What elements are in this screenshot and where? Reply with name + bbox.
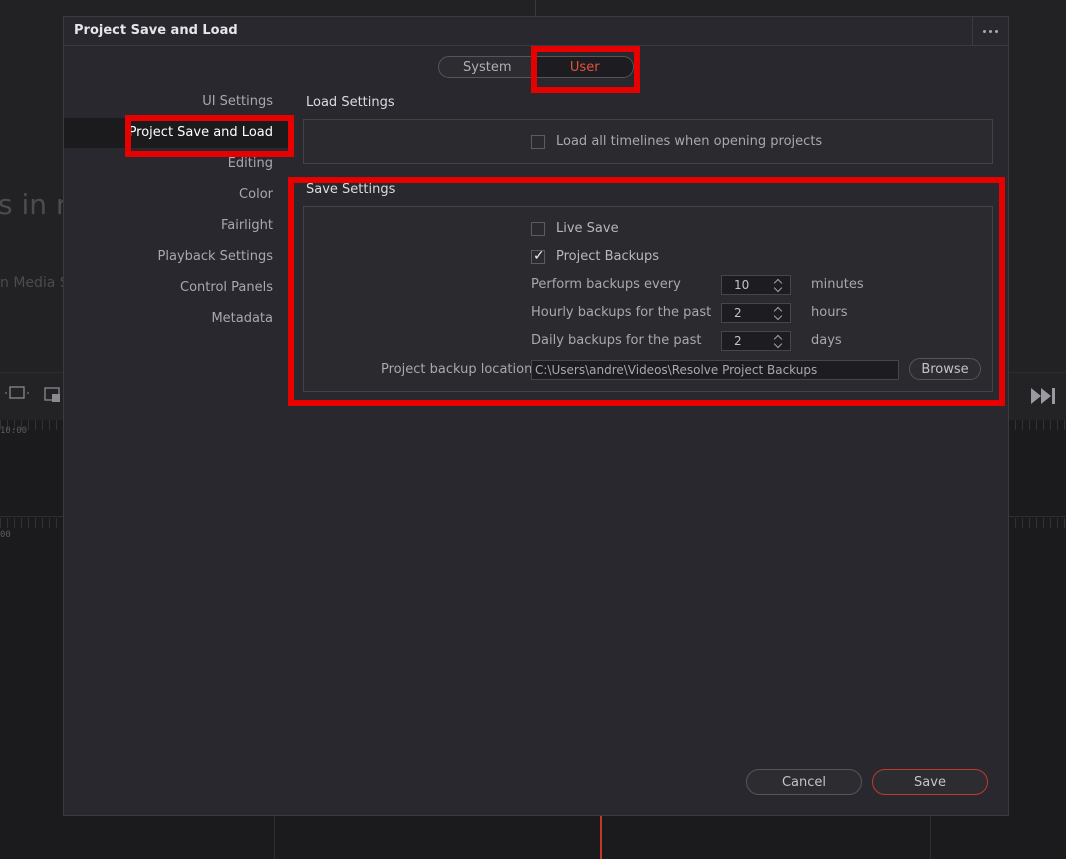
browse-button[interactable]: Browse [909, 358, 981, 380]
timecode-label-2: 00 [0, 530, 11, 540]
tab-user[interactable]: User [535, 57, 633, 77]
perform-backups-label: Perform backups every [531, 277, 681, 292]
daily-backups-label: Daily backups for the past [531, 333, 702, 348]
dot [989, 30, 992, 33]
load-settings-panel: Load all timelines when opening projects [303, 119, 993, 164]
load-all-timelines-label: Load all timelines when opening projects [556, 134, 823, 149]
hourly-backups-label: Hourly backups for the past [531, 305, 712, 320]
tab-system[interactable]: System [439, 57, 536, 77]
dialog-title: Project Save and Load [74, 23, 238, 38]
timeline-divider-2 [930, 816, 931, 859]
hourly-backups-stepper[interactable]: 2 [721, 303, 791, 323]
load-settings-title: Load Settings [306, 95, 395, 110]
sidebar-item-control-panels[interactable]: Control Panels [180, 280, 273, 295]
timecode-label: 10:00 [0, 426, 28, 436]
daily-backups-stepper[interactable]: 2 [721, 331, 791, 351]
live-save-label: Live Save [556, 221, 619, 236]
sidebar-item-ui-settings[interactable]: UI Settings [202, 94, 273, 109]
stepper-arrows-icon[interactable] [773, 333, 783, 349]
cancel-button[interactable]: Cancel [746, 769, 862, 795]
live-save-checkbox[interactable] [531, 222, 545, 236]
save-settings-panel: Live Save Project Backups Perform backup… [303, 206, 993, 392]
dialog-titlebar: Project Save and Load [64, 17, 1008, 46]
backup-location-label: Project backup location [381, 362, 533, 377]
sidebar-item-project-save-and-load[interactable]: Project Save and Load [129, 125, 273, 140]
perform-backups-value: 10 [734, 278, 750, 292]
daily-backups-unit: days [811, 333, 842, 348]
sidebar-item-playback-settings[interactable]: Playback Settings [158, 249, 273, 264]
save-settings-title: Save Settings [306, 182, 396, 197]
viewer-subtext: n Media S [0, 275, 69, 291]
load-all-timelines-checkbox[interactable] [531, 135, 545, 149]
dot [995, 30, 998, 33]
settings-scope-toggle: System User [438, 56, 634, 78]
sidebar-item-fairlight[interactable]: Fairlight [221, 218, 273, 233]
stepper-arrows-icon[interactable] [773, 305, 783, 321]
perform-backups-stepper[interactable]: 10 [721, 275, 791, 295]
project-backups-label: Project Backups [556, 249, 660, 264]
perform-backups-unit: minutes [811, 277, 864, 292]
backup-location-field[interactable]: C:\Users\andre\Videos\Resolve Project Ba… [531, 360, 899, 380]
daily-backups-value: 2 [734, 334, 742, 348]
more-options-button[interactable] [972, 17, 1008, 46]
sidebar-item-metadata[interactable]: Metadata [211, 311, 273, 326]
timeline-divider [274, 816, 275, 859]
save-button[interactable]: Save [872, 769, 988, 795]
more-horizontal-icon [983, 30, 986, 33]
stepper-arrows-icon[interactable] [773, 277, 783, 293]
project-save-load-dialog: Project Save and Load System User UI Set… [63, 16, 1009, 816]
viewer-divider [535, 0, 536, 16]
picture-in-picture-icon[interactable] [44, 385, 64, 410]
sidebar-item-editing[interactable]: Editing [228, 156, 273, 171]
project-backups-checkbox[interactable] [531, 248, 545, 264]
hourly-backups-value: 2 [734, 306, 742, 320]
skip-to-end-icon[interactable] [1030, 387, 1058, 410]
hourly-backups-unit: hours [811, 305, 848, 320]
monitor-icon[interactable] [4, 383, 30, 408]
sidebar-item-color[interactable]: Color [239, 187, 273, 202]
playhead[interactable] [600, 816, 602, 859]
